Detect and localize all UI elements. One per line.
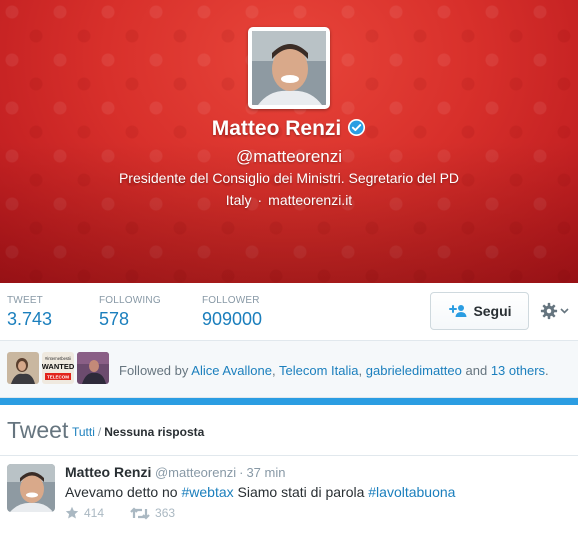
followed-by-text: Followed by Alice Avallone, Telecom Ital…	[119, 363, 549, 378]
follower-avatar[interactable]: #internetbestii WANTED TELECOM	[42, 352, 74, 384]
stat-tweets[interactable]: TWEET 3.743	[7, 295, 52, 330]
stat-followers-value: 909000	[202, 309, 263, 329]
follower-avatar[interactable]	[7, 352, 39, 384]
follower-photo	[7, 352, 39, 384]
follower-avatar[interactable]	[77, 352, 109, 384]
tweet-hashtag[interactable]: #lavoltabuona	[368, 484, 455, 500]
follower-photo: #internetbestii WANTED TELECOM	[42, 352, 74, 384]
favorite-action[interactable]: 414	[65, 506, 104, 520]
profile-header: Matteo Renzi @matteorenzi Presidente del…	[0, 0, 578, 283]
profile-name: Matteo Renzi	[211, 117, 342, 140]
followed-by-prefix: Followed by	[119, 363, 189, 378]
timeline-divider	[0, 398, 578, 405]
tweet-text: Avevamo detto no #webtax Siamo stati di …	[65, 484, 455, 500]
tweet-timestamp[interactable]: 37 min	[246, 465, 285, 480]
tweet-author-avatar[interactable]	[7, 464, 55, 512]
tweets-title: Tweet	[7, 417, 69, 443]
follower-photo	[77, 352, 109, 384]
tweet-item[interactable]: Matteo Renzi @matteorenzi · 37 min Avevamo…	[0, 456, 578, 539]
tweet-author-name[interactable]: Matteo Renzi	[65, 464, 151, 480]
profile-website-link[interactable]: matteorenzi.it	[268, 192, 352, 208]
wanted-poster-brand: TELECOM	[47, 375, 69, 380]
followed-by-user[interactable]: gabrieledimatteo	[366, 363, 462, 378]
tweet-actions: 414 363	[65, 506, 201, 520]
star-icon	[65, 506, 79, 519]
profile-bio: Presidente del Consiglio dei Ministri. S…	[118, 170, 460, 186]
filter-all-link[interactable]: Tutti	[72, 425, 95, 439]
stat-followers[interactable]: FOLLOWER 909000	[202, 295, 262, 330]
user-actions-dropdown[interactable]	[540, 301, 572, 321]
retweet-action[interactable]: 363	[130, 506, 175, 520]
tweet-author-photo	[7, 464, 55, 512]
follow-button-label: Segui	[473, 303, 512, 319]
wanted-poster-hashtag: #internetbestii	[45, 356, 71, 361]
followed-by-bar: #internetbestii WANTED TELECOM Followed …	[0, 341, 578, 398]
profile-location: Italy	[225, 192, 252, 208]
stat-tweets-label: TWEET	[7, 295, 43, 306]
profile-name-row: Matteo Renzi	[0, 117, 578, 141]
tweets-header: Tweet Tutti / Nessuna risposta	[0, 405, 578, 456]
tweet-hashtag[interactable]: #webtax	[181, 484, 233, 500]
profile-photo	[252, 31, 326, 105]
chevron-down-icon	[560, 308, 569, 314]
tweet-author-handle[interactable]: @matteorenzi	[155, 465, 236, 480]
followed-by-others-link[interactable]: 13 others	[491, 363, 545, 378]
verified-badge-icon	[348, 118, 366, 137]
comma-separator: ,	[272, 363, 276, 378]
tweet-header: Matteo Renzi @matteorenzi · 37 min	[65, 464, 285, 480]
gear-icon	[540, 302, 558, 320]
profile-location-row: Italy · matteorenzi.it	[0, 192, 578, 208]
stat-followers-label: FOLLOWER	[202, 295, 260, 306]
followed-by-conjunction: and	[465, 363, 488, 378]
filter-separator: /	[97, 425, 102, 439]
tweets-filter: Tutti / Nessuna risposta	[72, 425, 204, 439]
wanted-poster-title: WANTED	[42, 362, 74, 371]
location-separator: ·	[257, 192, 263, 208]
stat-following-value: 578	[99, 309, 130, 329]
stat-following[interactable]: FOLLOWING 578	[99, 295, 161, 330]
profile-handle: @matteorenzi	[235, 147, 343, 166]
tweet-text-part: Avevamo detto no	[65, 484, 182, 500]
filter-no-replies: Nessuna risposta	[104, 425, 205, 439]
favorite-count: 414	[84, 506, 105, 520]
add-user-icon	[449, 305, 467, 317]
profile-stats-bar: TWEET 3.743 FOLLOWING 578 FOLLOWER 90900…	[0, 283, 578, 341]
stat-following-label: FOLLOWING	[99, 295, 161, 306]
stat-tweets-value: 3.743	[7, 309, 53, 329]
retweet-count: 363	[155, 506, 176, 520]
retweet-icon	[130, 506, 150, 520]
tweet-text-part: Siamo stati di parola	[233, 484, 369, 500]
followed-by-suffix: .	[545, 363, 549, 378]
tweet-dot: ·	[239, 465, 244, 480]
followed-by-user[interactable]: Telecom Italia	[279, 363, 358, 378]
followed-by-user[interactable]: Alice Avallone	[191, 363, 272, 378]
profile-avatar[interactable]	[248, 27, 330, 109]
follow-button[interactable]: Segui	[430, 292, 529, 330]
comma-separator: ,	[358, 363, 363, 378]
